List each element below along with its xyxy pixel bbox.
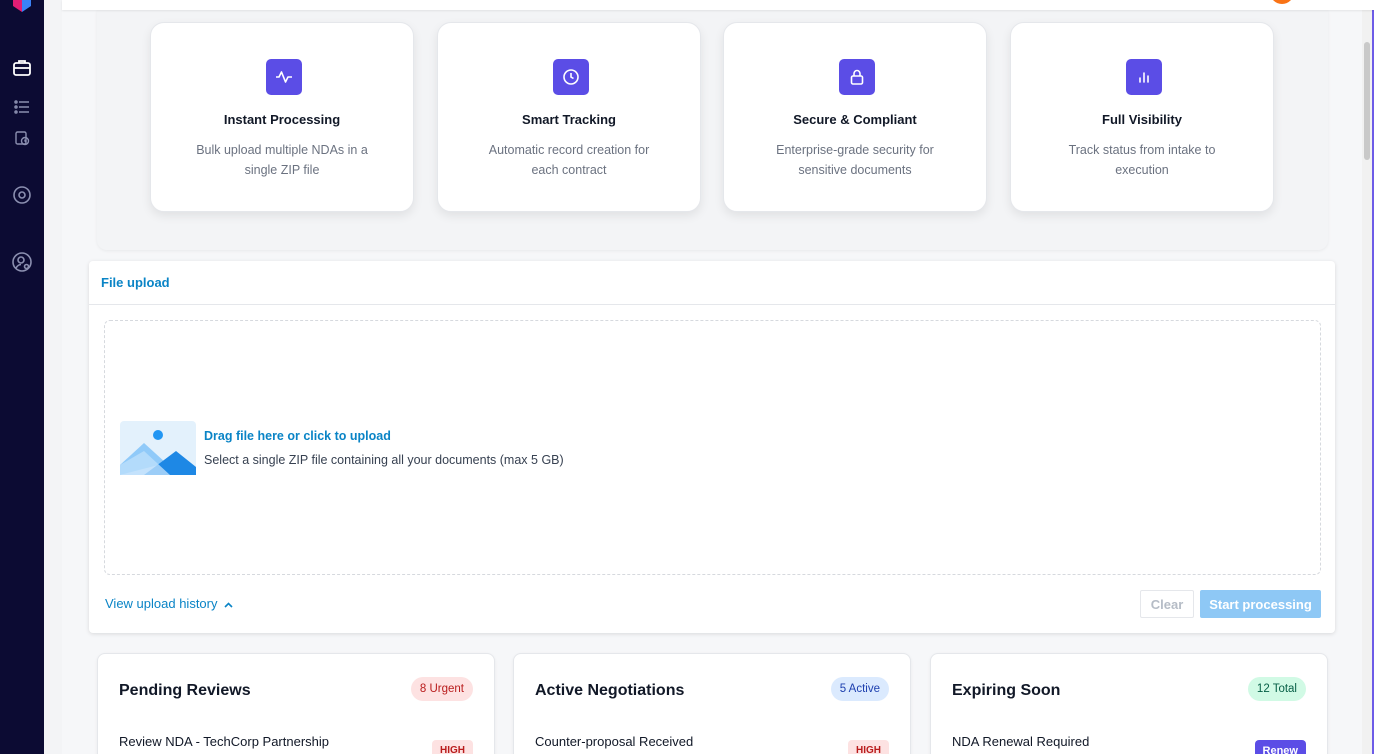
feature-card-secure-compliant: Secure & Compliant Enterprise-grade secu… <box>723 22 987 212</box>
feature-card-smart-tracking: Smart Tracking Automatic record creation… <box>437 22 701 212</box>
lock-icon <box>839 59 875 95</box>
clipboard-clock-icon[interactable] <box>10 126 34 150</box>
user-settings-icon[interactable] <box>10 250 34 274</box>
priority-badge: HIGH <box>432 740 473 754</box>
feature-card-full-visibility: Full Visibility Track status from intake… <box>1010 22 1274 212</box>
list-item[interactable]: Review NDA - TechCorp Partnership <box>119 734 329 749</box>
feature-title: Secure & Compliant <box>793 112 917 127</box>
app-logo[interactable] <box>11 0 33 12</box>
scrollbar-thumb[interactable] <box>1364 42 1370 160</box>
feature-card-instant-processing: Instant Processing Bulk upload multiple … <box>150 22 414 212</box>
list-item[interactable]: Counter-proposal Received <box>535 734 693 749</box>
clock-icon <box>553 59 589 95</box>
active-badge: 5 Active <box>830 677 889 701</box>
list-icon[interactable] <box>10 95 34 119</box>
briefcase-icon[interactable] <box>10 56 34 80</box>
feature-title: Instant Processing <box>223 112 341 127</box>
expiring-soon-card: Expiring Soon 12 Total NDA Renewal Requi… <box>930 653 1328 754</box>
upload-secondary-text: Select a single ZIP file containing all … <box>204 453 564 467</box>
card-title: Expiring Soon <box>952 682 1061 699</box>
feature-description: Bulk upload multiple NDAs in a single ZI… <box>196 143 368 177</box>
feature-description: Enterprise-grade security for sensitive … <box>776 143 934 177</box>
list-item[interactable]: NDA Renewal Required <box>952 734 1089 749</box>
image-upload-icon <box>120 421 196 475</box>
clear-button[interactable]: Clear <box>1140 590 1194 618</box>
top-bar <box>62 0 1374 10</box>
settings-icon[interactable] <box>10 183 34 207</box>
bar-chart-icon <box>1126 59 1162 95</box>
user-avatar[interactable] <box>1270 0 1294 4</box>
main-content: Instant Processing Bulk upload multiple … <box>62 10 1362 754</box>
renew-button[interactable]: Renew <box>1254 740 1306 754</box>
feature-title: Full Visibility <box>1102 112 1182 127</box>
sidebar-gutter <box>44 0 62 754</box>
sidebar <box>0 0 44 754</box>
feature-description: Track status from intake to execution <box>1068 143 1216 177</box>
card-title: Pending Reviews <box>119 682 251 699</box>
card-title: Active Negotiations <box>535 682 685 699</box>
history-link-label: View upload history <box>105 596 218 611</box>
upload-dropzone[interactable]: Drag file here or click to upload Select… <box>104 320 1321 575</box>
file-upload-header: File upload <box>89 261 1335 305</box>
feature-description: Automatic record creation for each contr… <box>488 143 650 177</box>
feature-panel: Instant Processing Bulk upload multiple … <box>97 10 1328 250</box>
file-upload-card: File upload Drag file here or click to u… <box>89 261 1335 633</box>
urgent-badge: 8 Urgent <box>410 677 473 701</box>
view-upload-history-link[interactable]: View upload history <box>105 596 233 611</box>
total-badge: 12 Total <box>1247 677 1306 701</box>
feature-title: Smart Tracking <box>522 112 616 127</box>
activity-icon <box>266 59 302 95</box>
chevron-up-icon <box>223 596 233 611</box>
upload-primary-text[interactable]: Drag file here or click to upload <box>204 429 391 443</box>
pending-reviews-card: Pending Reviews 8 Urgent Review NDA - Te… <box>97 653 495 754</box>
priority-badge: HIGH <box>848 740 889 754</box>
start-processing-button[interactable]: Start processing <box>1200 590 1321 618</box>
active-negotiations-card: Active Negotiations 5 Active Counter-pro… <box>513 653 911 754</box>
